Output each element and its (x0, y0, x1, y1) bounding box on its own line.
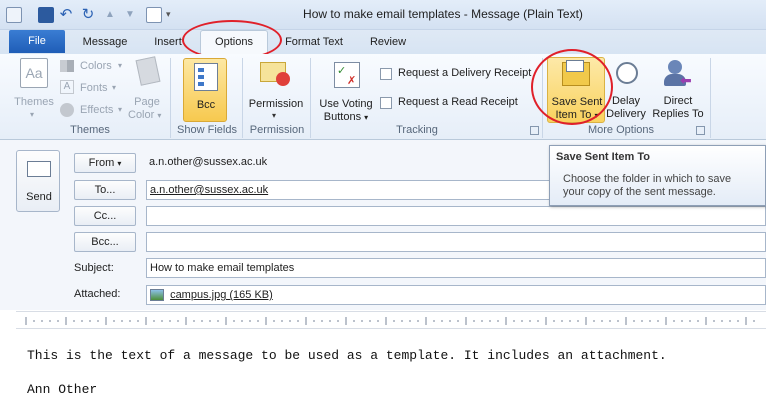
from-value: a.n.other@sussex.ac.uk (146, 155, 271, 169)
voting-label-1: Use Voting (319, 98, 373, 110)
voting-label-2: Buttons ▾ (314, 111, 378, 124)
page-color-label-2: Color ▾ (128, 109, 166, 121)
cc-field[interactable] (146, 206, 766, 226)
page-color-dropdown-icon: ▾ (157, 111, 162, 120)
permission-button[interactable]: Permission ▾ (246, 58, 306, 122)
ruler (16, 311, 766, 329)
tab-review[interactable]: Review (360, 32, 416, 54)
attached-label: Attached: (74, 288, 121, 300)
group-label-show-fields: Show Fields (177, 124, 237, 136)
themes-label: Themes (14, 96, 54, 108)
save-sent-tooltip: Save Sent Item To Choose the folder in w… (549, 145, 766, 206)
group-label-more-options: More Options (587, 124, 655, 136)
read-receipt-checkbox[interactable] (380, 97, 392, 109)
voting-icon: ✓ ✗ (334, 62, 360, 88)
permission-dropdown-icon: ▾ (272, 111, 277, 120)
from-dropdown-icon: ▾ (117, 159, 122, 168)
window-title: How to make email templates - Message (P… (303, 7, 583, 21)
effects-label: Effects (80, 104, 114, 116)
delivery-receipt-label: Request a Delivery Receipt (398, 67, 532, 79)
ruler-ticks (25, 317, 755, 325)
voting-dropdown-icon: ▾ (364, 113, 369, 122)
tooltip-title: Save Sent Item To (556, 151, 650, 163)
subject-label: Subject: (74, 262, 114, 274)
attachment-field: campus.jpg (165 KB) (146, 285, 766, 305)
page-color-icon (135, 56, 161, 86)
group-label-themes: Themes (70, 124, 110, 136)
bcc-button[interactable]: Bcc... (74, 232, 136, 252)
body-line-1: This is the text of a message to be used… (27, 348, 667, 363)
voting-label-2-text: Buttons (323, 111, 362, 123)
permission-label: Permission (248, 98, 304, 110)
read-receipt-label: Request a Read Receipt (398, 96, 518, 108)
body-line-2: Ann Other (27, 382, 98, 397)
to-button[interactable]: To... (74, 180, 136, 200)
bcc-icon-line (198, 75, 204, 79)
direct-label-2: Replies To (652, 108, 704, 120)
clock-icon (616, 62, 638, 84)
bcc-icon-line (198, 68, 204, 72)
from-label: From (88, 157, 115, 169)
page-color-label-2-text: Color (128, 109, 155, 121)
tab-file[interactable]: File (9, 30, 65, 53)
title-bar: ↶ ↻ ▲ ▼ ▾ How to make email templates - … (0, 0, 766, 30)
x-mark-icon: ✗ (347, 75, 357, 87)
to-recipient[interactable]: a.n.other@sussex.ac.uk (150, 184, 268, 196)
arrow-left-icon: ⬅ (680, 72, 692, 88)
attachment-link[interactable]: campus.jpg (165 KB) (170, 289, 273, 301)
bcc-icon-line (198, 82, 204, 86)
colors-button[interactable]: Colors ▾ (60, 58, 130, 76)
read-receipt-option[interactable]: Request a Read Receipt (380, 95, 530, 111)
fonts-icon: A (60, 80, 74, 94)
page-color-button[interactable]: Page Color ▾ (128, 56, 166, 121)
page-color-label-1: Page (134, 96, 160, 108)
no-entry-icon (276, 72, 290, 86)
save-sent-annotation (531, 49, 613, 125)
send-button[interactable]: Send (16, 150, 60, 212)
bcc-label: Bcc (196, 99, 216, 111)
more-options-dialog-launcher-icon[interactable] (696, 126, 705, 135)
group-label-tracking: Tracking (396, 124, 438, 136)
image-file-icon (150, 289, 164, 302)
fonts-dropdown-icon: ▾ (112, 83, 117, 92)
effects-button[interactable]: Effects ▾ (60, 102, 130, 120)
group-separator (710, 58, 711, 138)
check-mark-icon: ✓ (337, 65, 347, 77)
use-voting-buttons-button[interactable]: ✓ ✗ Use Voting Buttons ▾ (314, 58, 378, 124)
effects-icon (60, 103, 74, 117)
group-label-permission: Permission (249, 124, 305, 136)
send-envelope-icon (27, 161, 51, 177)
themes-dropdown-icon: ▾ (30, 110, 35, 119)
colors-icon (60, 60, 74, 72)
group-separator (170, 58, 171, 138)
message-body[interactable]: This is the text of a message to be used… (0, 329, 766, 409)
delivery-receipt-option[interactable]: Request a Delivery Receipt (380, 66, 540, 82)
colors-label: Colors (80, 60, 112, 72)
bcc-field[interactable] (146, 232, 766, 252)
tab-format-text[interactable]: Format Text (278, 32, 350, 54)
from-button[interactable]: From ▾ (74, 153, 136, 173)
themes-icon: Aa (20, 58, 48, 88)
tooltip-line-2: your copy of the sent message. (563, 186, 716, 198)
send-label: Send (26, 191, 52, 203)
bcc-toggle-button[interactable]: Bcc (183, 58, 227, 122)
subject-field[interactable]: How to make email templates (146, 258, 766, 278)
tooltip-line-1: Choose the folder in which to save (563, 173, 732, 185)
fonts-button[interactable]: A Fonts ▾ (60, 80, 130, 98)
themes-button[interactable]: Aa Themes ▾ (12, 58, 56, 120)
direct-label-1: Direct (663, 95, 693, 107)
fonts-label: Fonts (80, 82, 108, 94)
effects-dropdown-icon: ▾ (118, 105, 123, 114)
direct-replies-to-button[interactable]: ⬅ Direct Replies To (650, 58, 706, 122)
colors-dropdown-icon: ▾ (118, 61, 123, 70)
ribbon: Aa Themes ▾ Colors ▾ A Fonts ▾ Effects ▾… (0, 54, 766, 140)
delay-label-2: Delivery (606, 108, 646, 120)
delivery-receipt-checkbox[interactable] (380, 68, 392, 80)
cc-button[interactable]: Cc... (74, 206, 136, 226)
outlook-message-window: ↶ ↻ ▲ ▼ ▾ How to make email templates - … (0, 0, 766, 409)
group-separator (310, 58, 311, 138)
tab-message[interactable]: Message (72, 32, 138, 54)
bcc-icon (194, 63, 218, 91)
tracking-dialog-launcher-icon[interactable] (530, 126, 539, 135)
